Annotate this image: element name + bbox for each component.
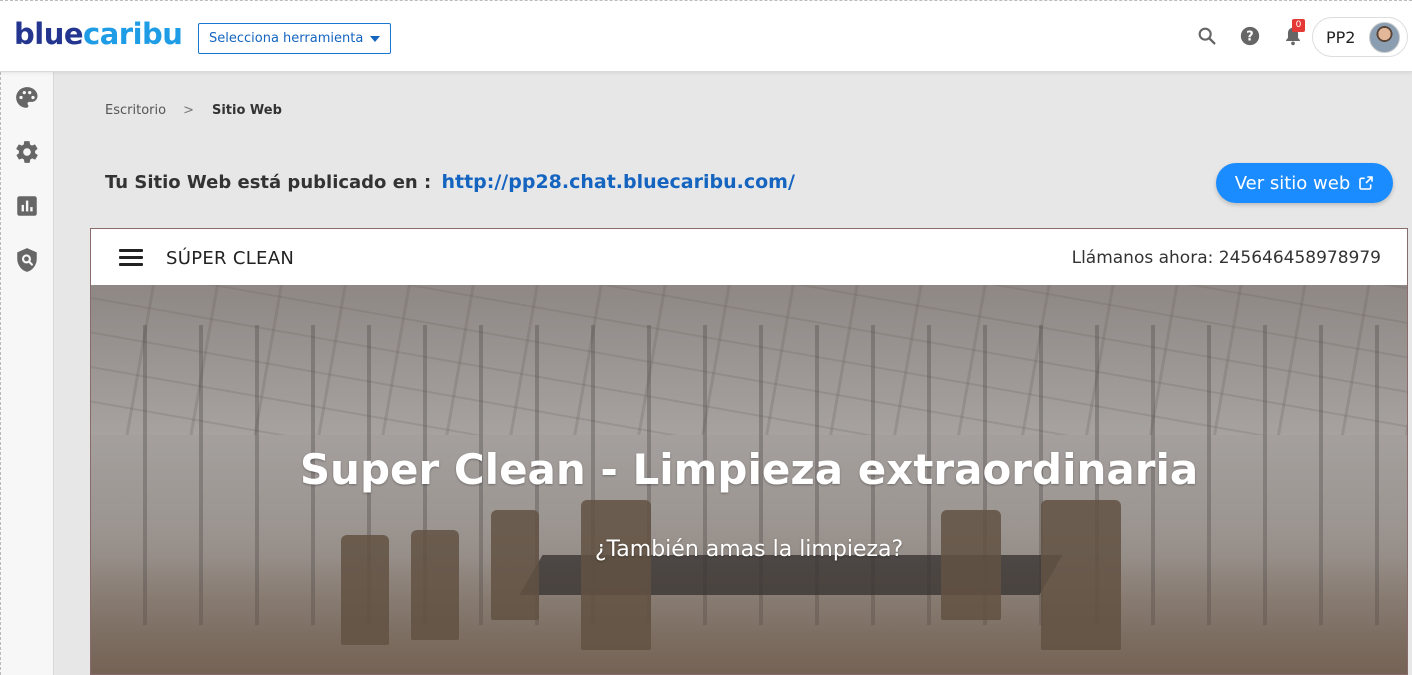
avatar [1369,22,1400,53]
view-site-button[interactable]: Ver sitio web [1216,163,1393,203]
published-url-link[interactable]: http://pp28.chat.bluecaribu.com/ [441,171,794,193]
top-bar: bluecaribu Selecciona herramienta ? 0 PP… [0,0,1412,72]
hero-title: Super Clean - Limpieza extraordinaria [299,445,1199,494]
published-notice: Tu Sitio Web está publicado en : http://… [105,171,795,193]
breadcrumb-current: Sitio Web [211,103,282,118]
svg-text:?: ? [1246,30,1253,45]
hamburger-menu-icon[interactable] [119,249,143,267]
view-site-label: Ver sitio web [1234,172,1351,194]
breadcrumb-root[interactable]: Escritorio [105,103,166,118]
gear-icon[interactable] [14,139,40,165]
caret-down-icon [370,35,381,42]
breadcrumb: Escritorio > Sitio Web [105,103,282,118]
sidebar [0,72,54,675]
user-name: PP2 [1326,27,1356,47]
hero-subtitle: ¿También amas la limpieza? [594,537,904,562]
preview-brand[interactable]: SÚPER CLEAN [166,248,294,269]
help-icon[interactable]: ? [1239,25,1261,47]
published-label: Tu Sitio Web está publicado en : [105,172,432,193]
shield-search-icon[interactable] [14,247,40,273]
search-icon[interactable] [1196,25,1218,47]
palette-icon[interactable] [14,85,40,111]
website-preview: SÚPER CLEAN Llámanos ahora: 245646458978… [90,228,1408,675]
breadcrumb-separator: > [183,103,194,118]
external-link-icon [1359,176,1374,190]
notification-badge: 0 [1292,19,1305,32]
preview-phone: Llámanos ahora: 245646458978979 [1071,248,1381,268]
user-menu[interactable]: PP2 [1312,17,1408,57]
bar-chart-icon[interactable] [14,193,40,219]
tool-select-dropdown[interactable]: Selecciona herramienta [198,23,391,54]
bluecaribu-logo[interactable]: bluecaribu [14,17,183,51]
tool-select-label: Selecciona herramienta [209,31,364,46]
preview-navbar: SÚPER CLEAN Llámanos ahora: 245646458978… [91,229,1407,285]
hero-section: Super Clean - Limpieza extraordinaria ¿T… [91,285,1407,674]
